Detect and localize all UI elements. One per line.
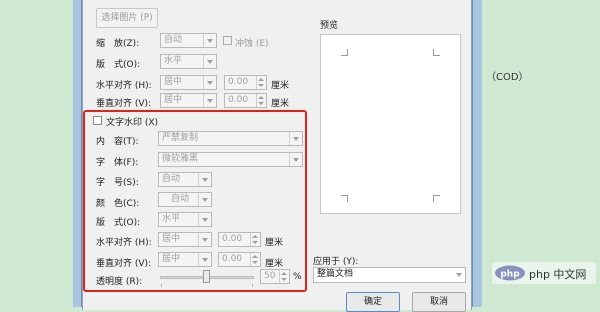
- side-text: （COD）: [486, 72, 529, 83]
- pic-halign-combo[interactable]: 居中: [160, 75, 217, 90]
- washout-label: 冲蚀 (E): [235, 39, 269, 49]
- pic-valign-combo[interactable]: 居中: [160, 93, 217, 108]
- scale-label: 缩 放(Z):: [96, 39, 140, 49]
- spinner-arrows-icon: [256, 94, 266, 107]
- pic-halign-unit: 厘米: [271, 81, 290, 91]
- pic-layout-label: 版 式(O):: [96, 60, 141, 70]
- chevron-down-icon: [453, 268, 465, 281]
- cancel-button[interactable]: 取消: [412, 292, 466, 312]
- select-picture-button[interactable]: 选择图片 (P): [96, 8, 158, 28]
- ok-button[interactable]: 确定: [346, 292, 400, 312]
- pic-layout-combo[interactable]: 水平: [160, 54, 217, 69]
- scale-value: 自动: [164, 35, 183, 45]
- pic-halign-label: 水平对齐 (H):: [96, 81, 152, 91]
- pic-valign-label: 垂直对齐 (V):: [96, 99, 152, 109]
- svg-text:php: php: [500, 270, 520, 280]
- margin-mark: [433, 49, 440, 56]
- margin-mark: [433, 195, 440, 202]
- window-frame-left: [73, 0, 82, 307]
- chevron-down-icon: [203, 34, 216, 47]
- site-watermark-text: php 中文网: [529, 268, 587, 281]
- site-watermark: php php 中文网: [492, 262, 596, 284]
- window-frame-right: [472, 0, 482, 307]
- margin-mark: [341, 49, 348, 56]
- pic-valign-value: 居中: [164, 95, 183, 105]
- pic-layout-value: 水平: [164, 56, 183, 66]
- highlight-box: [83, 110, 307, 292]
- php-logo-icon: php: [495, 265, 525, 281]
- spinner-arrows-icon: [256, 76, 266, 89]
- chevron-down-icon: [203, 76, 216, 89]
- washout-checkbox[interactable]: [223, 36, 232, 45]
- preview-label: 预览: [320, 21, 339, 31]
- pic-halign-offset-value: 0.00: [228, 77, 249, 87]
- apply-label: 应用于 (Y):: [313, 257, 359, 267]
- pic-valign-unit: 厘米: [271, 99, 290, 109]
- pic-halign-value: 居中: [164, 77, 183, 87]
- apply-value: 整篇文档: [317, 269, 354, 279]
- margin-mark: [341, 195, 348, 202]
- pic-halign-offset[interactable]: 0.00: [224, 75, 267, 90]
- apply-combo[interactable]: 整篇文档: [313, 267, 466, 283]
- pic-valign-offset-value: 0.00: [228, 95, 249, 105]
- pic-valign-offset[interactable]: 0.00: [224, 93, 267, 108]
- scale-combo[interactable]: 自动: [160, 33, 217, 48]
- chevron-down-icon: [203, 94, 216, 107]
- chevron-down-icon: [203, 55, 216, 68]
- preview-pane: [320, 34, 461, 214]
